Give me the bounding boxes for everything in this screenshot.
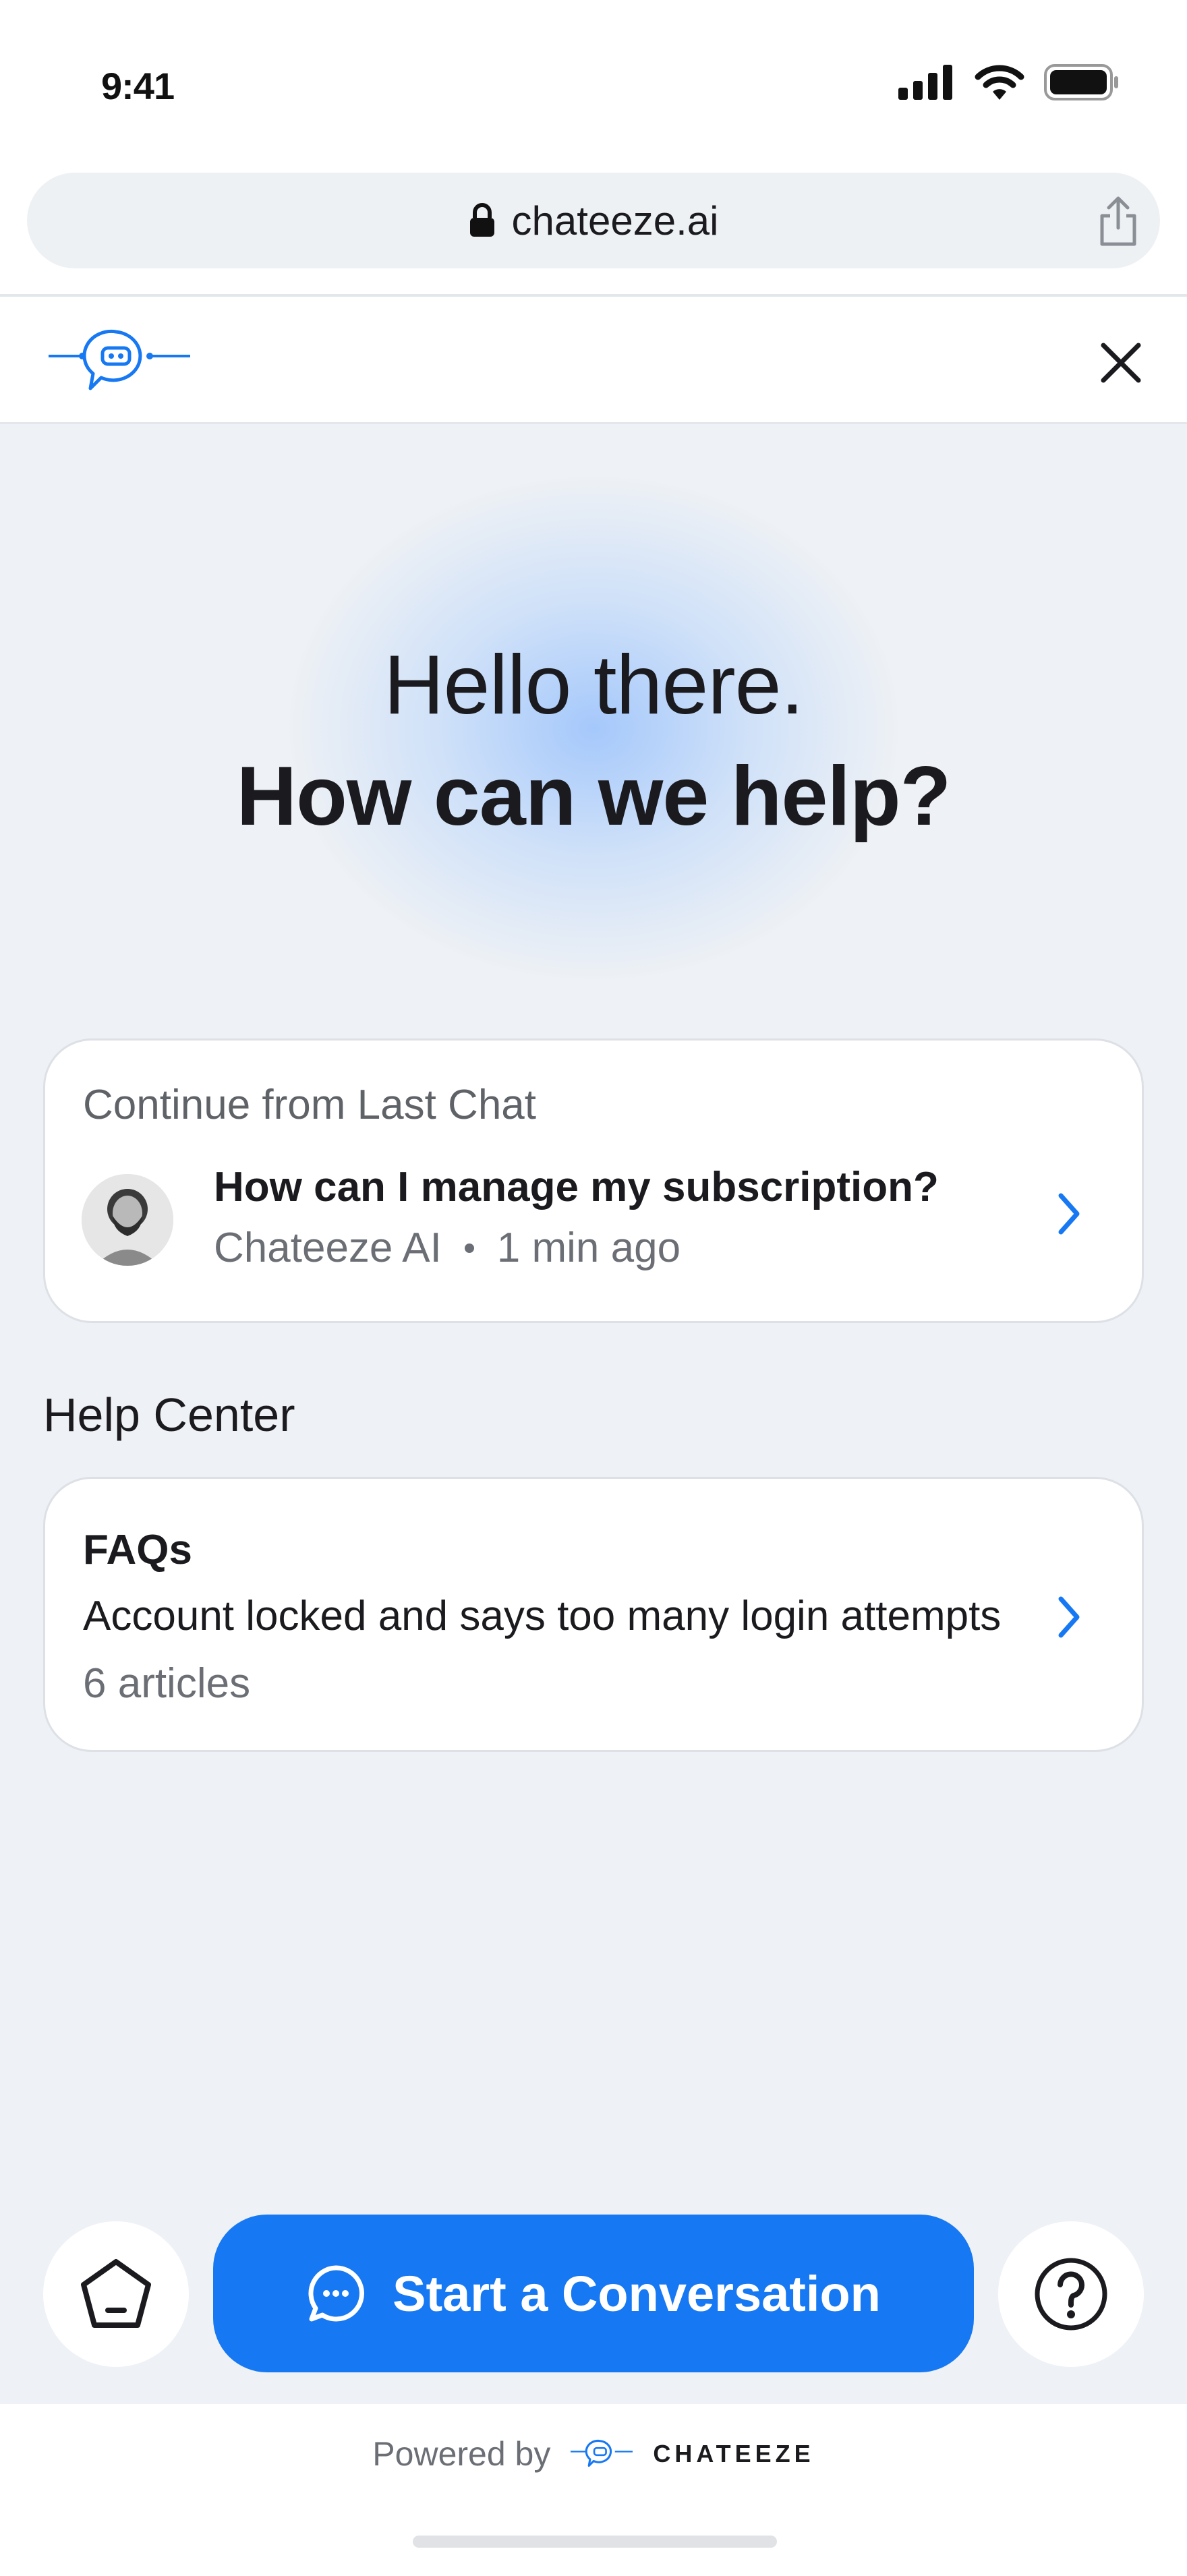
powered-by: Powered by CHATEEZE	[0, 2434, 1187, 2473]
last-chat-card[interactable]: Continue from Last Chat How can I manage…	[43, 1038, 1144, 1323]
help-center-heading: Help Center	[43, 1388, 295, 1441]
last-chat-sender: Chateeze AI	[214, 1225, 442, 1271]
hero-question: How can we help?	[236, 750, 952, 843]
faq-item: Account locked and says too many login a…	[83, 1593, 1002, 1639]
faq-card[interactable]: FAQs Account locked and says too many lo…	[43, 1477, 1144, 1752]
signal-icon	[898, 65, 952, 100]
close-icon[interactable]	[1095, 337, 1147, 388]
home-icon	[81, 2259, 151, 2328]
brand-wordmark: CHATEEZE	[653, 2440, 815, 2467]
status-time: 9:41	[101, 65, 175, 107]
chevron-right-icon	[1058, 1596, 1080, 1638]
chevron-right-icon	[1058, 1193, 1080, 1235]
footer	[0, 2405, 1187, 2576]
chat-bubble-icon	[308, 2265, 365, 2322]
chateeze-logo	[571, 2439, 633, 2467]
home-indicator	[413, 2536, 777, 2548]
start-conversation-button[interactable]: Start a Conversation	[213, 2215, 974, 2372]
wifi-icon	[975, 65, 1024, 100]
chateeze-logo	[49, 329, 190, 390]
last-chat-heading: Continue from Last Chat	[83, 1082, 537, 1128]
faq-article-count: 6 articles	[83, 1660, 251, 1707]
address-bar[interactable]: chateeze.ai	[27, 173, 1160, 268]
avatar	[82, 1174, 173, 1266]
separator-dot	[464, 1243, 474, 1253]
start-conversation-label: Start a Conversation	[393, 2265, 881, 2322]
last-chat-time: 1 min ago	[496, 1225, 681, 1271]
share-icon[interactable]	[1093, 196, 1144, 247]
last-chat-meta: Chateeze AI 1 min ago	[214, 1224, 681, 1272]
question-icon	[1035, 2258, 1107, 2331]
battery-icon	[1044, 64, 1118, 100]
home-button[interactable]	[43, 2221, 189, 2367]
url-text: chateeze.ai	[511, 198, 719, 243]
powered-by-text: Powered by	[372, 2435, 551, 2473]
last-chat-question: How can I manage my subscription?	[214, 1164, 939, 1210]
hero-greeting: Hello there.	[383, 639, 804, 732]
lock-icon	[469, 203, 494, 237]
status-icons	[898, 62, 1120, 103]
faq-title: FAQs	[83, 1527, 192, 1573]
help-button[interactable]	[998, 2221, 1144, 2367]
